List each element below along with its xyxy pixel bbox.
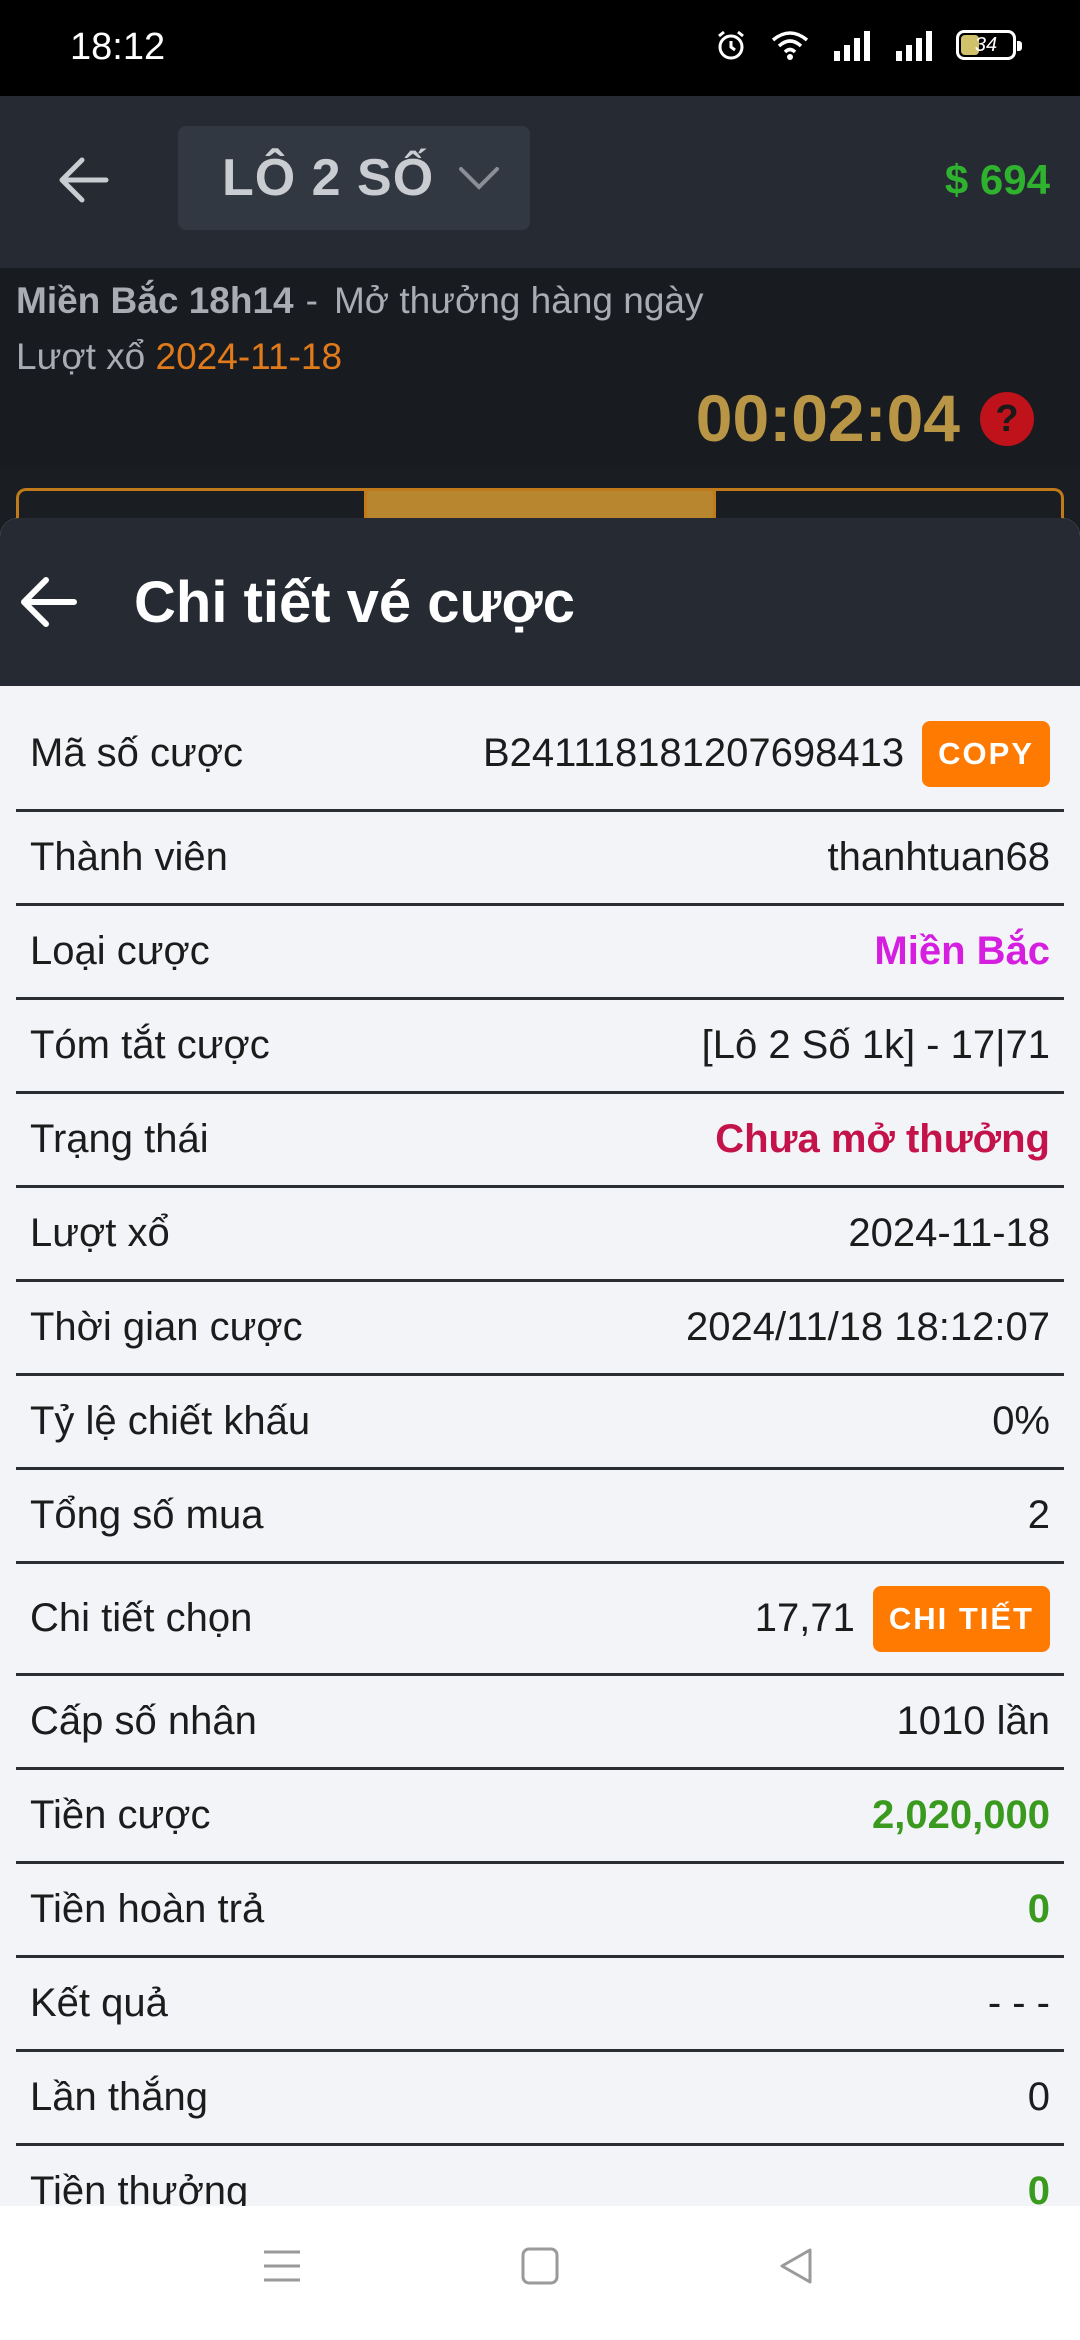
bet-detail-sheet: Chi tiết vé cược Mã số cược B24111818120… bbox=[0, 518, 1080, 2206]
row-label: Tổng số mua bbox=[30, 1493, 264, 1537]
row-label: Thành viên bbox=[30, 835, 228, 879]
status-time: 18:12 bbox=[70, 26, 166, 68]
draw-value: 2024-11-18 bbox=[848, 1211, 1050, 1255]
lottery-info: Miền Bắc 18h14- Mở thưởng hàng ngày Lượt … bbox=[0, 268, 1080, 468]
row-label: Tóm tắt cược bbox=[30, 1023, 270, 1067]
app-header: LÔ 2 SỐ $ 694 bbox=[0, 96, 1080, 268]
lottery-title: Miền Bắc 18h14- Mở thưởng hàng ngày bbox=[16, 280, 703, 322]
sheet-back-arrow-icon[interactable] bbox=[16, 570, 80, 634]
member-value: thanhtuan68 bbox=[827, 835, 1050, 879]
row-label: Thời gian cược bbox=[30, 1305, 303, 1349]
row-value: B241118181207698413 COPY bbox=[482, 720, 1050, 787]
draw-label: Lượt xổ bbox=[16, 336, 146, 377]
signal-icon-2 bbox=[896, 31, 932, 61]
row-draw: Lượt xổ 2024-11-18 bbox=[16, 1188, 1064, 1282]
discount-value: 0% bbox=[992, 1399, 1050, 1443]
bet-time-value: 2024/11/18 18:12:07 bbox=[685, 1305, 1050, 1349]
row-bet-type: Loại cược Miền Bắc bbox=[16, 906, 1064, 1000]
battery-level: 34 bbox=[974, 33, 998, 56]
help-icon[interactable]: ? bbox=[980, 392, 1034, 446]
detail-rows: Mã số cược B241118181207698413 COPY Thàn… bbox=[0, 686, 1080, 2206]
stake-value: 2,020,000 bbox=[872, 1793, 1050, 1837]
game-name: LÔ 2 SỐ bbox=[222, 149, 435, 207]
row-label: Lần thắng bbox=[30, 2075, 208, 2119]
refund-value: 0 bbox=[1027, 1887, 1050, 1931]
prize-value: 0 bbox=[1027, 2169, 1050, 2206]
bet-code-value: B241118181207698413 bbox=[482, 731, 905, 775]
sheet-title: Chi tiết vé cược bbox=[134, 569, 576, 635]
chevron-down-icon bbox=[459, 167, 500, 190]
lottery-schedule: Mở thưởng hàng ngày bbox=[333, 280, 704, 321]
row-label: Kết quả bbox=[30, 1981, 168, 2025]
battery-icon: 34 bbox=[956, 30, 1022, 60]
summary-value: [Lô 2 Số 1k] - 17|71 bbox=[701, 1023, 1050, 1067]
row-label: Tiền hoàn trả bbox=[30, 1887, 265, 1931]
home-icon[interactable] bbox=[520, 2246, 560, 2286]
bet-type-value: Miền Bắc bbox=[874, 929, 1050, 973]
row-multiplier: Cấp số nhân 1010 lần bbox=[16, 1676, 1064, 1770]
row-label: Trạng thái bbox=[30, 1117, 209, 1161]
row-label: Tỷ lệ chiết khấu bbox=[30, 1399, 311, 1443]
row-label: Tiền thưởng bbox=[30, 2169, 249, 2206]
copy-button[interactable]: COPY bbox=[922, 720, 1050, 787]
row-discount: Tỷ lệ chiết khấu 0% bbox=[16, 1376, 1064, 1470]
wifi-icon bbox=[771, 31, 809, 60]
row-label: Loại cược bbox=[30, 929, 210, 973]
countdown-timer: 00:02:04 bbox=[695, 381, 960, 455]
selection-value: 17,71 bbox=[754, 1596, 855, 1640]
row-label: Tiền cược bbox=[30, 1793, 211, 1837]
status-value: Chưa mở thưởng bbox=[715, 1117, 1050, 1161]
system-nav-bar bbox=[0, 2206, 1080, 2340]
detail-button[interactable]: CHI TIẾT bbox=[872, 1585, 1050, 1652]
title-separator: - bbox=[305, 280, 318, 321]
status-bar: 18:12 34 bbox=[0, 0, 1080, 96]
status-icons: 34 bbox=[714, 28, 1022, 62]
row-label: Cấp số nhân bbox=[30, 1699, 257, 1743]
draw-date: 2024-11-18 bbox=[155, 336, 343, 377]
row-label: Mã số cược bbox=[30, 731, 244, 775]
multiplier-value: 1010 lần bbox=[896, 1699, 1050, 1743]
back-arrow-icon[interactable] bbox=[56, 152, 112, 208]
row-label: Lượt xổ bbox=[30, 1211, 170, 1255]
row-wins: Lần thắng 0 bbox=[16, 2052, 1064, 2146]
total-buy-value: 2 bbox=[1027, 1493, 1050, 1537]
row-stake: Tiền cược 2,020,000 bbox=[16, 1770, 1064, 1864]
row-label: Chi tiết chọn bbox=[30, 1596, 253, 1640]
alarm-icon bbox=[718, 30, 744, 60]
balance: $ 694 bbox=[944, 156, 1050, 203]
draw-line: Lượt xổ 2024-11-18 bbox=[16, 336, 342, 378]
lottery-region: Miền Bắc 18h14 bbox=[16, 280, 294, 321]
row-value: 17,71 CHI TIẾT bbox=[754, 1585, 1050, 1652]
result-value: - - - bbox=[987, 1981, 1050, 2025]
row-status: Trạng thái Chưa mở thưởng bbox=[16, 1094, 1064, 1188]
row-result: Kết quả - - - bbox=[16, 1958, 1064, 2052]
row-member: Thành viên thanhtuan68 bbox=[16, 812, 1064, 906]
row-prize: Tiền thưởng 0 bbox=[16, 2146, 1064, 2206]
row-summary: Tóm tắt cược [Lô 2 Số 1k] - 17|71 bbox=[16, 1000, 1064, 1094]
row-bet-code: Mã số cược B241118181207698413 COPY bbox=[16, 686, 1064, 812]
sheet-header: Chi tiết vé cược bbox=[0, 518, 1080, 686]
menu-icon[interactable] bbox=[262, 2246, 302, 2286]
back-icon[interactable] bbox=[776, 2246, 816, 2286]
row-bet-time: Thời gian cược 2024/11/18 18:12:07 bbox=[16, 1282, 1064, 1376]
game-selector[interactable]: LÔ 2 SỐ bbox=[178, 126, 530, 230]
wins-value: 0 bbox=[1027, 2075, 1050, 2119]
row-selection: Chi tiết chọn 17,71 CHI TIẾT bbox=[16, 1564, 1064, 1676]
signal-icon-1 bbox=[834, 31, 870, 61]
row-total-buy: Tổng số mua 2 bbox=[16, 1470, 1064, 1564]
row-refund: Tiền hoàn trả 0 bbox=[16, 1864, 1064, 1958]
